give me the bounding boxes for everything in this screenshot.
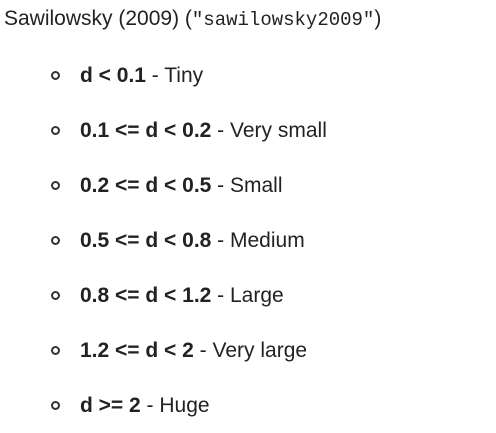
item-label: - Very large bbox=[193, 339, 308, 362]
circle-bullet-icon bbox=[51, 401, 60, 410]
list-item: 0.1 <= d < 0.2 - Very small bbox=[0, 103, 327, 158]
item-label: - Medium bbox=[211, 229, 305, 252]
list-item: d < 0.1 - Tiny bbox=[0, 48, 327, 103]
circle-bullet-icon bbox=[51, 71, 60, 80]
item-label: - Very small bbox=[211, 119, 327, 142]
item-condition: 0.2 <= d < 0.5 bbox=[80, 174, 212, 197]
list-item: d >= 2 - Huge bbox=[0, 378, 327, 433]
heading-close: ) bbox=[374, 7, 382, 30]
heading-code: "sawilowsky2009" bbox=[191, 9, 375, 31]
list-item: 0.5 <= d < 0.8 - Medium bbox=[0, 213, 327, 268]
circle-bullet-icon bbox=[51, 291, 60, 300]
item-condition: 1.2 <= d < 2 bbox=[80, 339, 194, 362]
list-item: 1.2 <= d < 2 - Very large bbox=[0, 323, 327, 378]
item-condition: d >= 2 bbox=[80, 394, 141, 417]
list-item: 0.2 <= d < 0.5 - Small bbox=[0, 158, 327, 213]
circle-bullet-icon bbox=[51, 126, 60, 135]
heading: Sawilowsky (2009) ("sawilowsky2009") bbox=[4, 4, 381, 35]
item-label: - Small bbox=[211, 174, 283, 197]
item-condition: d < 0.1 bbox=[80, 64, 146, 87]
heading-text: Sawilowsky (2009) ( bbox=[4, 7, 192, 30]
list-item: 0.8 <= d < 1.2 - Large bbox=[0, 268, 327, 323]
item-label: - Large bbox=[211, 284, 284, 307]
circle-bullet-icon bbox=[51, 346, 60, 355]
effect-size-list: d < 0.1 - Tiny 0.1 <= d < 0.2 - Very sma… bbox=[0, 48, 327, 433]
circle-bullet-icon bbox=[51, 236, 60, 245]
item-condition: 0.8 <= d < 1.2 bbox=[80, 284, 212, 307]
item-label: - Huge bbox=[140, 394, 210, 417]
item-condition: 0.5 <= d < 0.8 bbox=[80, 229, 212, 252]
circle-bullet-icon bbox=[51, 181, 60, 190]
item-condition: 0.1 <= d < 0.2 bbox=[80, 119, 212, 142]
item-label: - Tiny bbox=[145, 64, 204, 87]
